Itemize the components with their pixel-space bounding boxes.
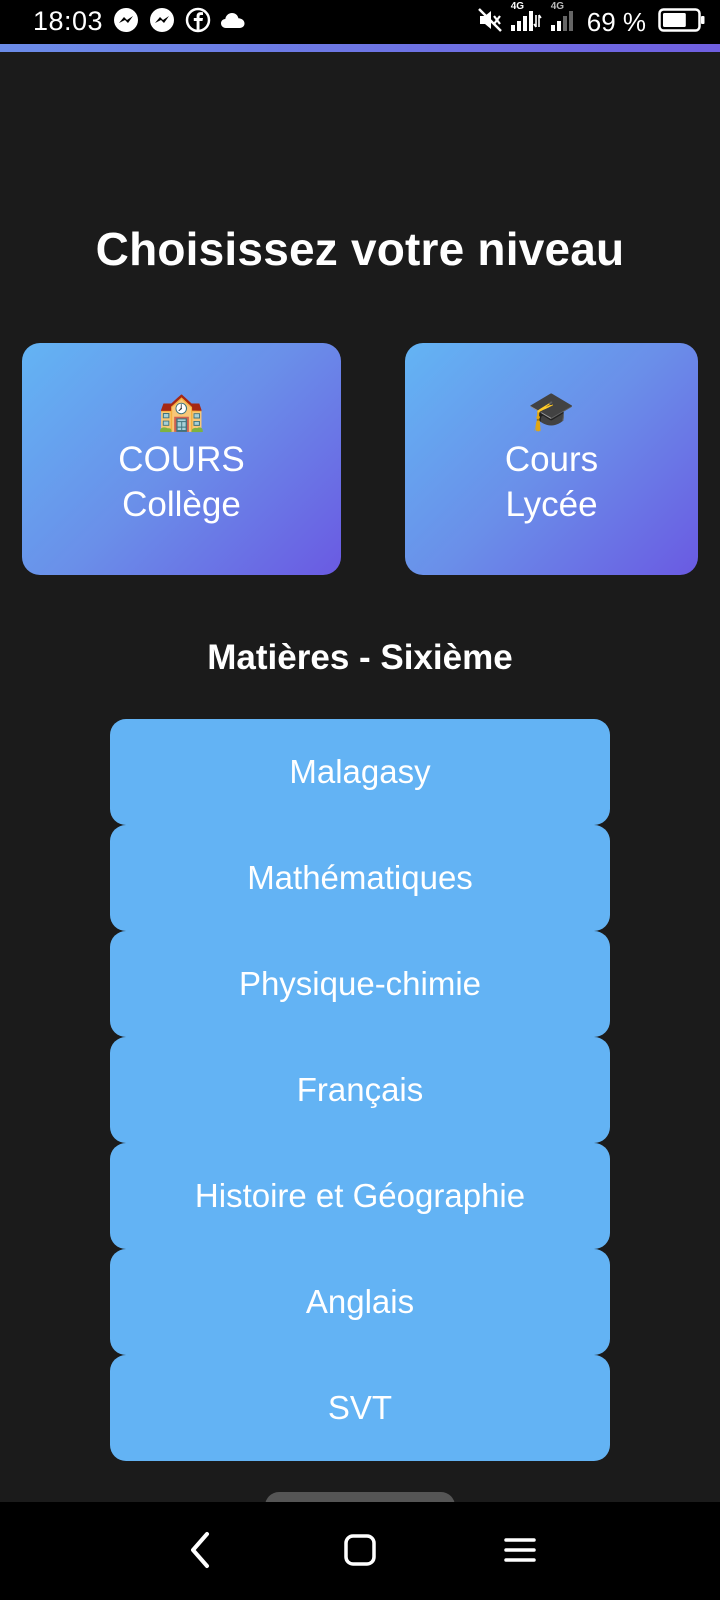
- level-card-lycee-line1: Cours: [504, 440, 599, 479]
- battery-percent: 69 %: [586, 6, 646, 37]
- messenger-icon: [148, 6, 176, 39]
- subject-button-malagasy[interactable]: Malagasy: [110, 719, 610, 825]
- subject-list: Malagasy Mathématiques Physique-chimie F…: [110, 719, 610, 1461]
- messenger-icon: [112, 6, 140, 39]
- subject-button-mathematiques[interactable]: Mathématiques: [110, 825, 610, 931]
- battery-icon: [658, 7, 706, 38]
- mute-icon: [477, 7, 503, 38]
- signal-icon: 4G: [509, 1, 543, 38]
- menu-button[interactable]: [490, 1524, 550, 1580]
- status-right: 4G 4G 69 %: [477, 1, 706, 38]
- level-card-college-line1: COURS: [118, 440, 245, 479]
- menu-icon: [503, 1535, 537, 1570]
- home-button[interactable]: [330, 1524, 390, 1580]
- home-icon: [343, 1533, 377, 1572]
- cloud-icon: [220, 10, 246, 35]
- graduation-cap-icon: 🎓: [527, 391, 576, 433]
- subject-button-anglais[interactable]: Anglais: [110, 1249, 610, 1355]
- school-icon: 🏫: [157, 391, 206, 433]
- header-accent-line: [0, 44, 720, 52]
- status-time: 18:03: [33, 6, 104, 36]
- subject-button-histoire-geographie[interactable]: Histoire et Géographie: [110, 1143, 610, 1249]
- signal-icon: 4G: [549, 1, 575, 38]
- level-card-college[interactable]: 🏫 COURS Collège: [22, 343, 341, 575]
- navigation-bar: [0, 1502, 720, 1600]
- subject-button-francais[interactable]: Français: [110, 1037, 610, 1143]
- level-card-lycee-line2: Lycée: [505, 485, 598, 524]
- network-type-label: 4G: [550, 0, 565, 12]
- back-icon: [185, 1530, 215, 1575]
- network-type-label: 4G: [510, 0, 525, 12]
- subject-button-physique-chimie[interactable]: Physique-chimie: [110, 931, 610, 1037]
- level-card-college-line2: Collège: [122, 485, 241, 524]
- back-button[interactable]: [170, 1524, 230, 1580]
- page-title: Choisissez votre niveau: [95, 223, 625, 275]
- facebook-icon: [184, 6, 212, 39]
- status-bar: 18:03 4G 4G 69 %: [0, 0, 720, 44]
- notification-icons: [112, 6, 246, 39]
- level-card-lycee[interactable]: 🎓 Cours Lycée: [405, 343, 698, 575]
- subject-button-svt[interactable]: SVT: [110, 1355, 610, 1461]
- subjects-title: Matières - Sixième: [207, 638, 513, 677]
